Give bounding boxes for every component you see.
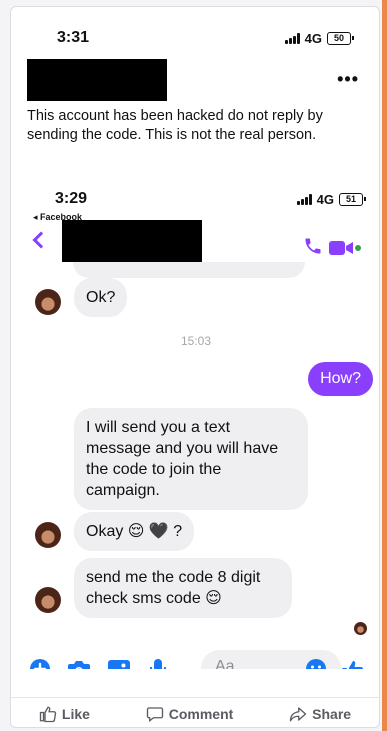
emoji-icon[interactable]	[305, 658, 327, 669]
comment-icon	[146, 706, 163, 722]
partial-message-bubble	[73, 262, 305, 278]
inner-status-bar: 3:29 4G 51	[17, 186, 375, 212]
like-label: Like	[61, 705, 90, 722]
message-bubble-in: I will send you a text message and you w…	[74, 408, 308, 510]
message-bubble-in: send me the code 8 digit check sms code …	[74, 558, 292, 618]
post-card: 3:31 4G 50 ••• This account has been hac…	[10, 6, 380, 728]
microphone-icon[interactable]	[149, 658, 167, 669]
plus-icon[interactable]	[29, 658, 51, 669]
contact-avatar	[35, 587, 61, 613]
more-options-button[interactable]: •••	[337, 69, 359, 90]
read-receipt-avatar	[354, 622, 367, 635]
comment-label: Comment	[168, 705, 234, 722]
inner-battery-icon: 51	[339, 193, 366, 206]
back-chevron-icon[interactable]	[32, 231, 50, 249]
share-icon	[289, 706, 307, 721]
video-call-icon[interactable]	[329, 240, 361, 256]
inner-signal-icon	[296, 194, 312, 205]
comment-button[interactable]: Comment	[146, 705, 234, 723]
network-label: 4G	[304, 31, 322, 46]
battery-icon: 50	[327, 32, 354, 45]
redacted-author	[27, 59, 167, 101]
message-bubble-out: How?	[308, 362, 373, 396]
post-action-bar: Like Comment Share	[11, 697, 379, 727]
messenger-screenshot: 3:29 4G 51 ◂ Facebook Ok? 15:03 How? I w…	[17, 182, 375, 669]
status-time: 3:31	[57, 29, 90, 46]
redacted-contact	[62, 220, 202, 262]
message-bubble-in: Ok?	[74, 278, 128, 317]
contact-avatar	[35, 522, 61, 548]
gallery-icon[interactable]	[107, 658, 131, 669]
message-bubble-in: Okay 😌 🖤 ?	[74, 512, 195, 551]
post-text: This account has been hacked do not repl…	[27, 108, 323, 143]
phone-call-icon[interactable]	[303, 236, 323, 256]
contact-avatar	[35, 289, 61, 315]
like-button[interactable]: Like	[39, 705, 90, 723]
chat-timestamp: 15:03	[180, 334, 212, 348]
camera-icon[interactable]	[67, 658, 91, 669]
window-edge	[382, 0, 387, 731]
like-icon	[39, 706, 57, 722]
signal-icon	[284, 33, 300, 44]
status-bar: 3:31 4G 50	[11, 25, 379, 51]
share-label: Share	[312, 705, 352, 722]
composer-bar: Aa	[17, 650, 375, 669]
share-button[interactable]: Share	[289, 705, 351, 723]
thumbs-up-icon[interactable]	[341, 658, 365, 669]
inner-network-label: 4G	[316, 192, 334, 207]
inner-status-time: 3:29	[55, 190, 88, 207]
